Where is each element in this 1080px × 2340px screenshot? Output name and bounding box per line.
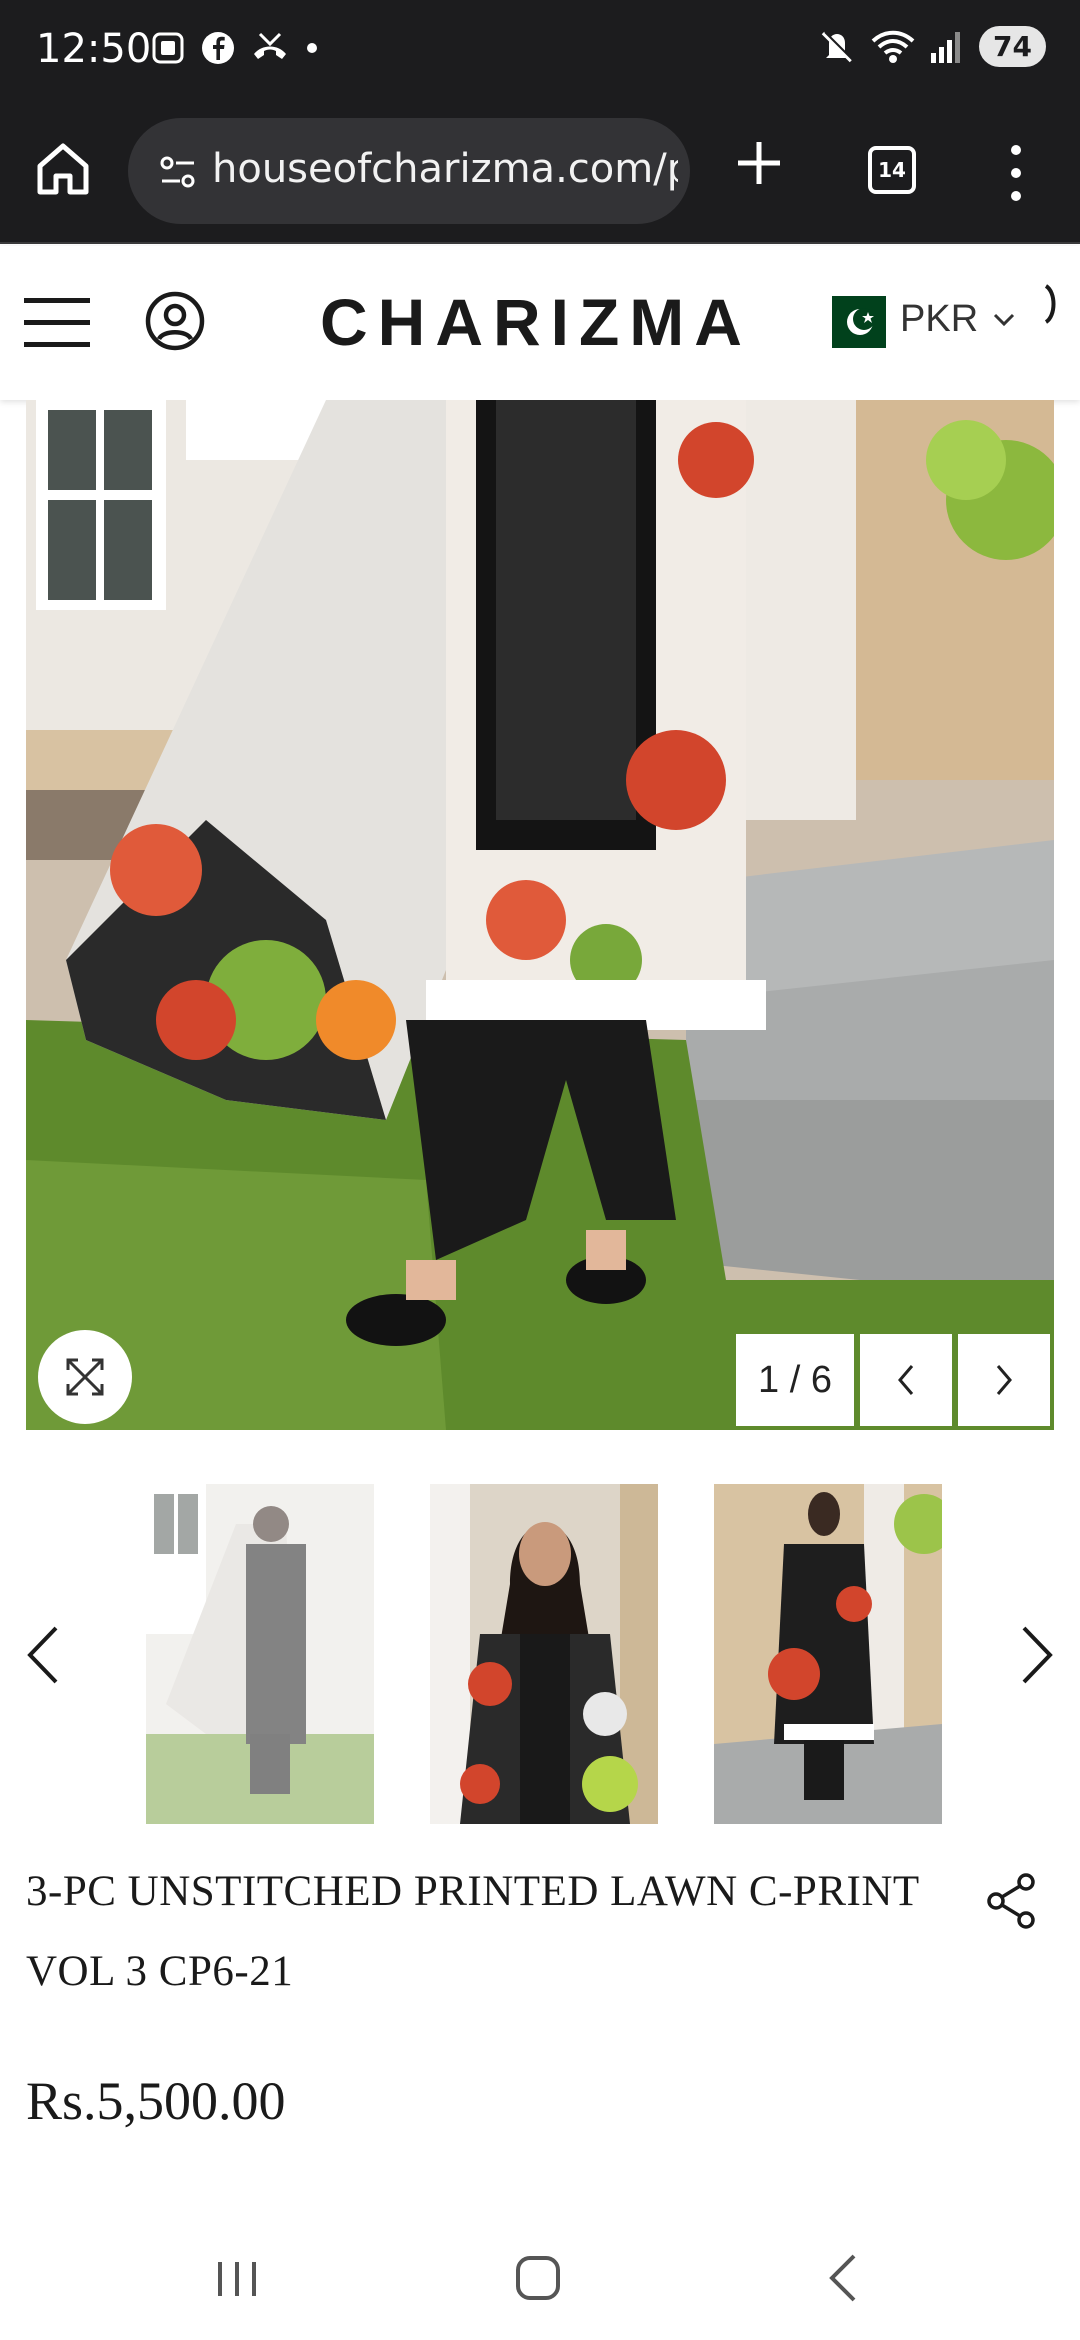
battery-indicator: 74 [979,26,1046,67]
mute-icon [821,30,854,62]
previous-image-button[interactable] [860,1334,952,1426]
account-icon[interactable] [144,290,206,352]
screenshot-icon [152,32,184,64]
browser-toolbar: houseofcharizma.com/p 14 [0,104,1080,244]
url-text[interactable]: houseofcharizma.com/p [212,146,678,192]
image-counter: 1 / 6 [736,1334,854,1426]
expand-icon [66,1358,104,1396]
site-header: CHARIZMA PKR [0,246,1080,400]
chevron-left-icon [898,1365,914,1395]
next-image-button[interactable] [958,1334,1050,1426]
product-title: 3-PC UNSTITCHED PRINTED LAWN C-PRINT VOL… [26,1868,919,1995]
thumbnail-2[interactable] [430,1484,658,1824]
thumbnail-1[interactable] [146,1484,374,1824]
signal-icon [931,31,961,63]
address-bar[interactable]: houseofcharizma.com/p [128,118,690,224]
wifi-icon [871,30,915,63]
notification-icons [150,30,320,66]
home-icon[interactable] [34,140,92,198]
system-icons: 74 [817,26,1046,67]
brand-logo[interactable]: CHARIZMA [320,284,752,360]
thumbnail-next-icon[interactable] [1012,1620,1062,1690]
system-navigation-bar [0,2220,1080,2340]
status-time: 12:50 [36,26,152,72]
zoom-button[interactable] [38,1330,132,1424]
menu-icon[interactable] [24,294,90,350]
back-icon[interactable] [822,2250,862,2306]
dot-icon [307,43,317,53]
thumbnail-prev-icon[interactable] [18,1620,68,1690]
currency-selector[interactable]: PKR [900,298,1016,341]
pakistan-flag-icon [814,296,886,348]
recents-icon[interactable] [212,2256,262,2300]
site-settings-icon[interactable] [158,152,198,192]
home-nav-icon[interactable] [514,2254,562,2302]
thumbnail-3[interactable] [714,1484,942,1824]
tab-switcher-button[interactable]: 14 [868,146,916,194]
chevron-right-icon [996,1365,1012,1395]
share-icon[interactable] [982,1870,1044,1932]
currency-label: PKR [900,298,979,340]
product-photo [26,400,1054,1430]
cart-icon-partial[interactable] [1044,282,1058,326]
facebook-icon [202,32,234,64]
status-bar: 12:50 74 [0,0,1080,104]
product-image[interactable]: 1 / 6 [26,400,1054,1430]
missed-call-icon [254,32,286,59]
chevron-down-icon [994,313,1015,326]
product-price: Rs.5,500.00 [26,2071,286,2131]
thumbnail-strip [0,1480,1080,1830]
new-tab-icon[interactable] [730,134,788,192]
more-options-icon[interactable] [1000,140,1032,206]
